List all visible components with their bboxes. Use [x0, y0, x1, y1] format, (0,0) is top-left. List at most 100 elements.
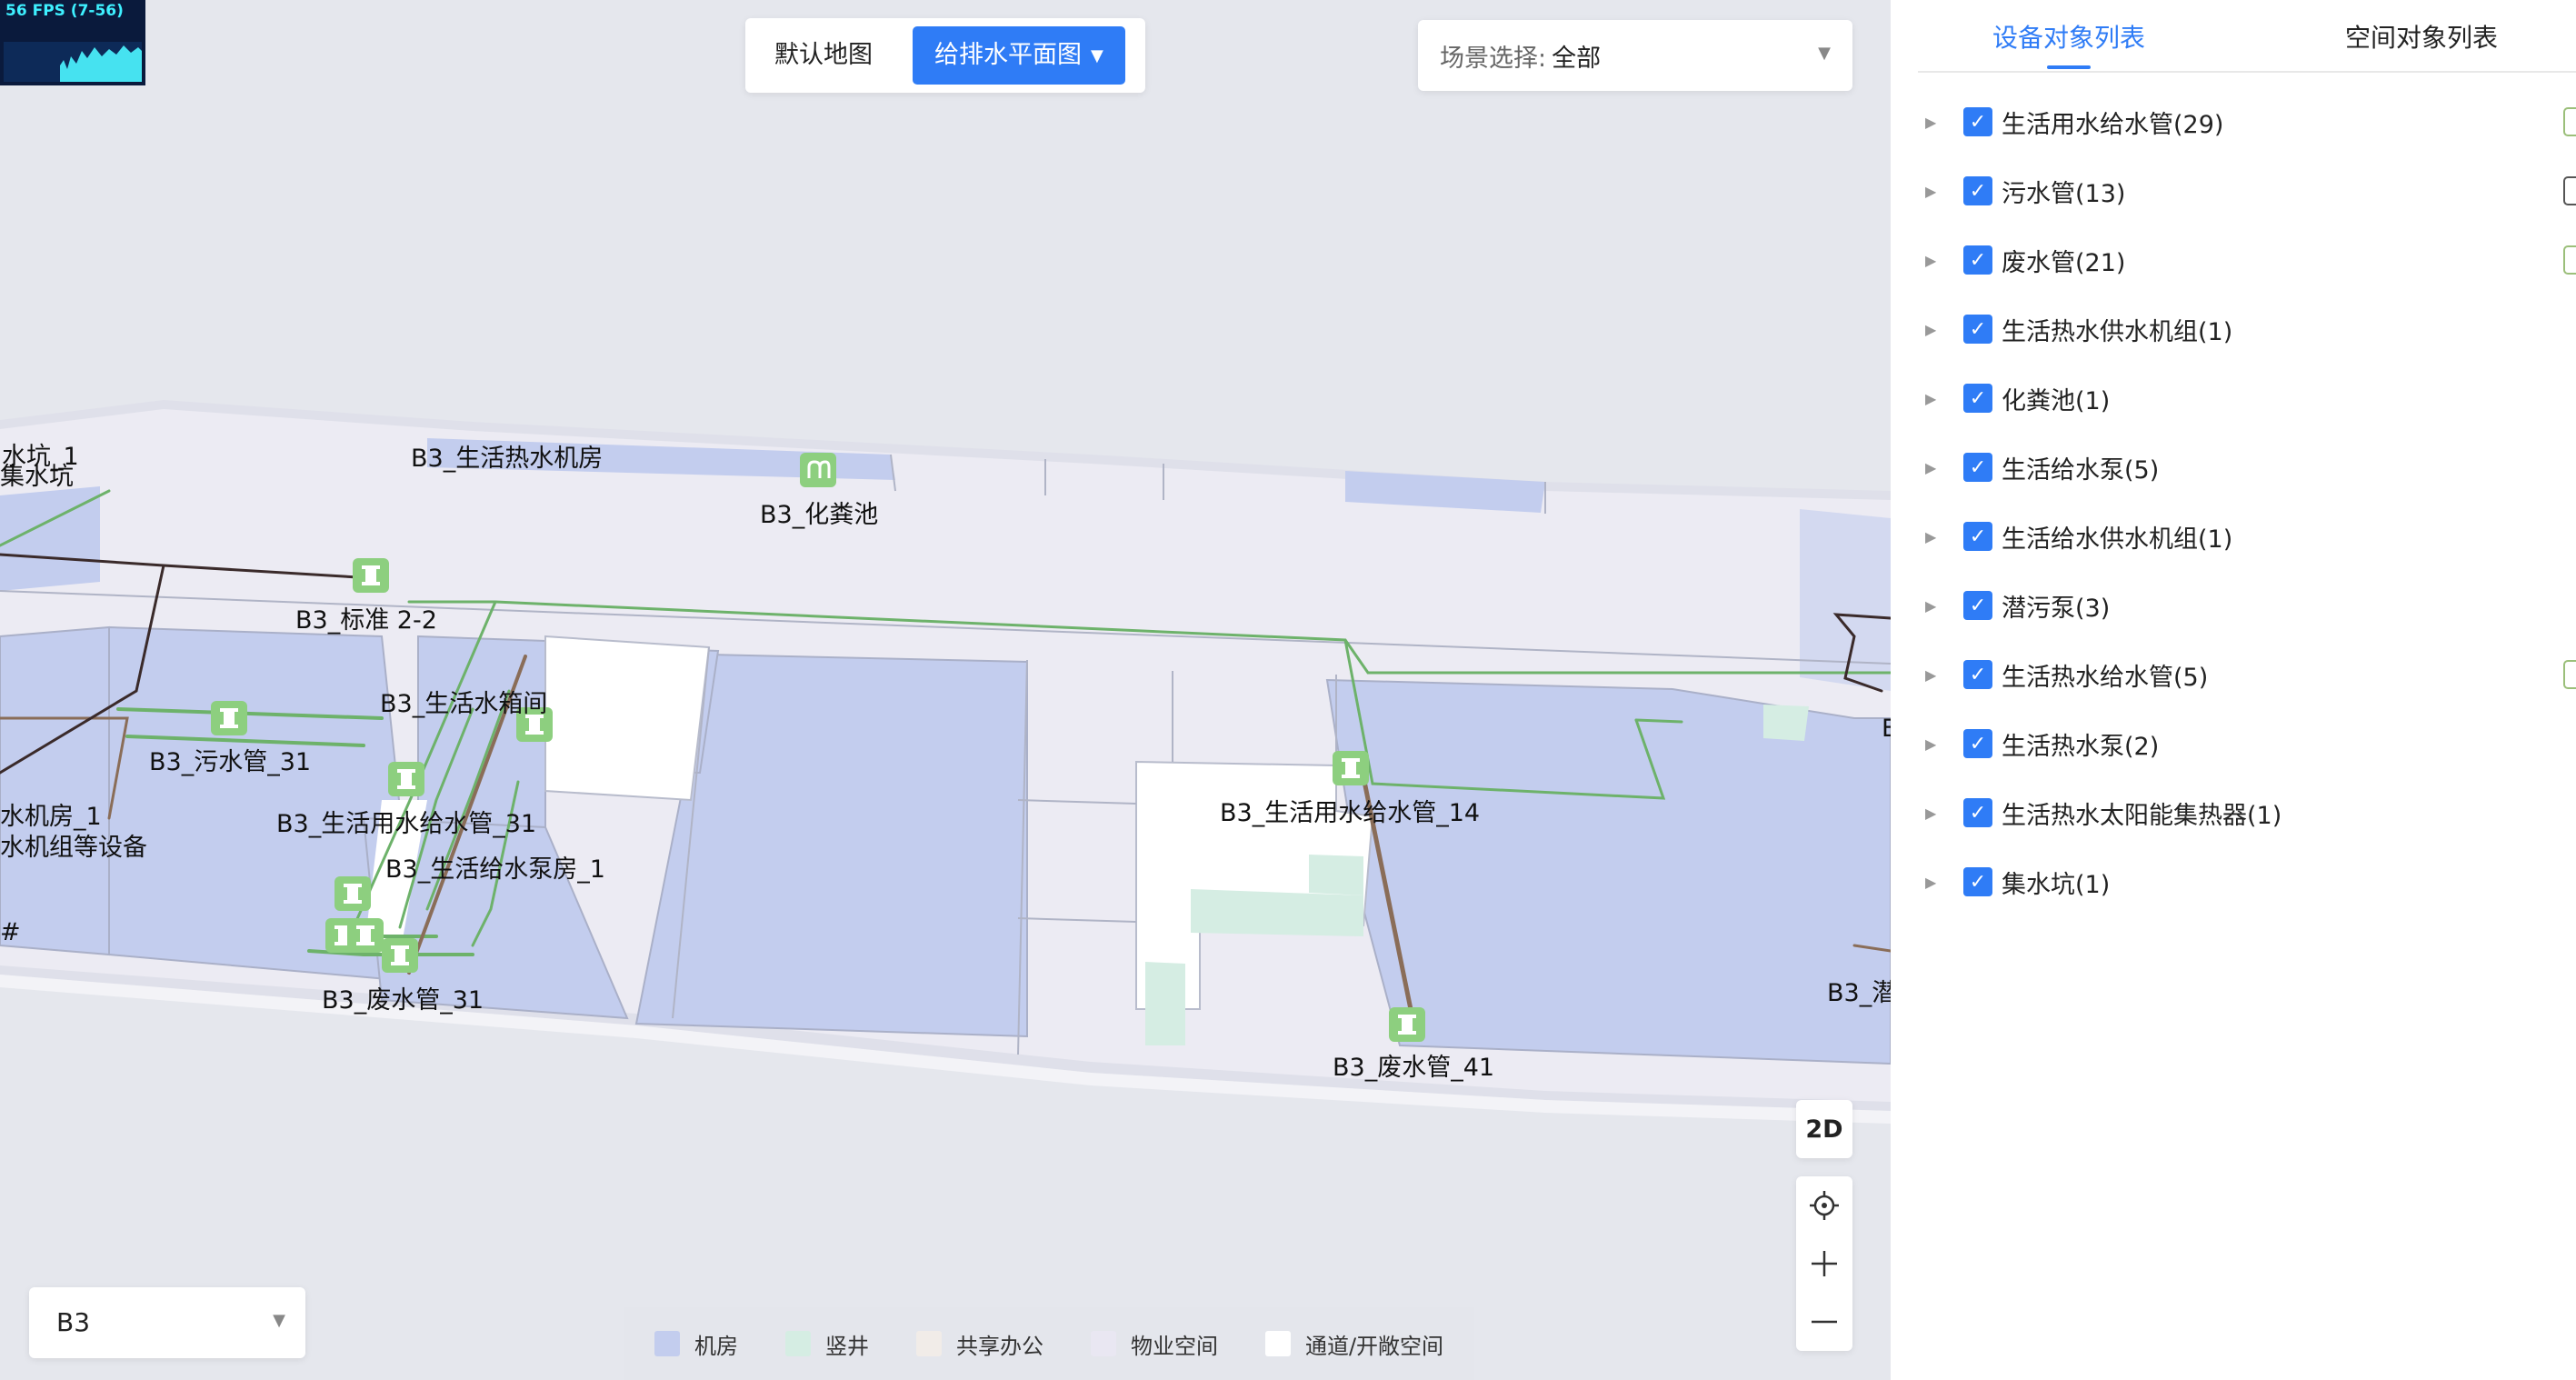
- tree-item[interactable]: ▶ ✓ 生活用水给水管(29): [1918, 87, 2576, 156]
- locate-icon[interactable]: [1796, 1176, 1852, 1235]
- tab-plumbing-plan-label: 给排水平面图: [934, 41, 1082, 69]
- expand-arrow-icon[interactable]: ▶: [1925, 874, 1943, 891]
- visibility-toggle-icon[interactable]: [2563, 245, 2576, 275]
- visibility-toggle-icon[interactable]: [2563, 660, 2576, 689]
- tree-item[interactable]: ▶ ✓ 生活给水泵(5): [1918, 433, 2576, 502]
- visibility-toggle-icon[interactable]: [2563, 107, 2576, 136]
- tree-item-label: 潜污泵(3): [2002, 594, 2111, 623]
- checkbox-checked-icon[interactable]: ✓: [1963, 522, 1992, 551]
- caret-down-icon: ▼: [1091, 46, 1103, 65]
- map-viewport[interactable]: 水坑_1 集水坑 B3_生活热水机房 B3_化粪池 B3_标准 2-2 B3_生…: [0, 0, 1891, 1380]
- tree-item[interactable]: ▶ ✓ 生活热水泵(2): [1918, 709, 2576, 778]
- map-label: B3_生活用水给水管_14: [1220, 799, 1481, 827]
- checkbox-checked-icon[interactable]: ✓: [1963, 729, 1992, 758]
- zoom-out-icon[interactable]: [1796, 1293, 1852, 1351]
- checkbox-checked-icon[interactable]: ✓: [1963, 176, 1992, 205]
- object-list-panel: 设备对象列表 空间对象列表 ▶ ✓ 生活用水给水管(29) ▶ ✓ 污水管(13) ▶ ✓…: [1891, 0, 2576, 1380]
- map-label: B3_污水管_31: [149, 748, 312, 776]
- expand-arrow-icon[interactable]: ▶: [1925, 114, 1943, 131]
- pipe-marker-icon[interactable]: [211, 701, 247, 735]
- floor-select[interactable]: B3 ▼: [29, 1287, 305, 1358]
- pipe-marker-icon[interactable]: [353, 558, 389, 593]
- tree-item[interactable]: ▶ ✓ 化粪池(1): [1918, 364, 2576, 433]
- active-tab-indicator: [2047, 65, 2091, 69]
- scene-select[interactable]: 场景选择: 全部 ▼: [1418, 20, 1852, 91]
- legend-item: 通道/开敞空间: [1264, 1328, 1443, 1360]
- chevron-down-icon: ▼: [1818, 44, 1831, 63]
- tree-item[interactable]: ▶ ✓ 生活热水给水管(5): [1918, 640, 2576, 709]
- checkbox-checked-icon[interactable]: ✓: [1963, 384, 1992, 413]
- expand-arrow-icon[interactable]: ▶: [1925, 528, 1943, 545]
- tree-item-label: 生活热水泵(2): [2002, 732, 2160, 761]
- expand-arrow-icon[interactable]: ▶: [1925, 321, 1943, 338]
- checkbox-checked-icon[interactable]: ✓: [1963, 315, 1992, 344]
- tab-device-objects[interactable]: 设备对象列表: [1992, 18, 2145, 55]
- pipe-marker-icon[interactable]: [388, 762, 424, 796]
- tree-item-label: 废水管(21): [2002, 248, 2126, 277]
- expand-arrow-icon[interactable]: ▶: [1925, 597, 1943, 615]
- legend-item: 物业空间: [1090, 1328, 1218, 1360]
- map-label: B3_废水管_41: [1333, 1054, 1495, 1082]
- pipe-marker-icon[interactable]: [347, 918, 384, 953]
- checkbox-checked-icon[interactable]: ✓: [1963, 867, 1992, 896]
- scene-select-label: 场景选择:: [1440, 44, 1547, 73]
- tree-item-label: 生活热水供水机组(1): [2002, 317, 2233, 346]
- tree-item-label: 污水管(13): [2002, 179, 2126, 208]
- tab-space-objects[interactable]: 空间对象列表: [2345, 18, 2498, 55]
- legend-label: 竖井: [824, 1333, 869, 1359]
- shaft: [1309, 855, 1363, 895]
- legend-swatch: [784, 1331, 811, 1356]
- tree-item-label: 生活热水给水管(5): [2002, 663, 2209, 692]
- map-label: B3_生活水箱间: [380, 690, 548, 718]
- pipe-green: [1634, 718, 1683, 724]
- expand-arrow-icon[interactable]: ▶: [1925, 805, 1943, 822]
- tree-item[interactable]: ▶ ✓ 生活热水供水机组(1): [1918, 295, 2576, 364]
- tree-item[interactable]: ▶ ✓ 集水坑(1): [1918, 847, 2576, 916]
- map-label: B3_潜: [1827, 979, 1891, 1007]
- expand-arrow-icon[interactable]: ▶: [1925, 735, 1943, 753]
- map-zoom-controls: [1796, 1176, 1852, 1351]
- pipe-marker-icon[interactable]: [382, 938, 418, 973]
- expand-arrow-icon[interactable]: ▶: [1925, 252, 1943, 269]
- tree-item[interactable]: ▶ ✓ 污水管(13): [1918, 156, 2576, 225]
- tree-item-label: 集水坑(1): [2002, 870, 2111, 899]
- map-label: B3_标准 2-2: [295, 606, 437, 635]
- expand-arrow-icon[interactable]: ▶: [1925, 666, 1943, 684]
- legend-swatch: [1264, 1331, 1291, 1356]
- checkbox-checked-icon[interactable]: ✓: [1963, 107, 1992, 136]
- panel-tabs: 设备对象列表 空间对象列表: [1918, 0, 2576, 73]
- map-label: 集水坑: [0, 463, 74, 491]
- checkbox-checked-icon[interactable]: ✓: [1963, 660, 1992, 689]
- tree-item[interactable]: ▶ ✓ 生活热水太阳能集热器(1): [1918, 778, 2576, 847]
- checkbox-checked-icon[interactable]: ✓: [1963, 798, 1992, 827]
- checkbox-checked-icon[interactable]: ✓: [1963, 245, 1992, 275]
- floor-plan-3d[interactable]: [0, 0, 1891, 1380]
- tree-item[interactable]: ▶ ✓ 生活给水供水机组(1): [1918, 502, 2576, 571]
- corridor: [544, 635, 711, 802]
- expand-arrow-icon[interactable]: ▶: [1925, 183, 1943, 200]
- expand-arrow-icon[interactable]: ▶: [1925, 459, 1943, 476]
- legend-label: 机房: [694, 1333, 738, 1359]
- tree-item[interactable]: ▶ ✓ 潜污泵(3): [1918, 571, 2576, 640]
- device-tree: ▶ ✓ 生活用水给水管(29) ▶ ✓ 污水管(13) ▶ ✓ 废水管(21) ▶ ✓ 生活热水…: [1918, 87, 2576, 916]
- tree-item-label: 化粪池(1): [2002, 386, 2111, 415]
- tree-item[interactable]: ▶ ✓ 废水管(21): [1918, 225, 2576, 295]
- tree-item-label: 生活给水泵(5): [2002, 455, 2160, 485]
- view-2d-button[interactable]: 2D: [1796, 1100, 1852, 1158]
- tab-default-map[interactable]: 默认地图: [753, 26, 894, 85]
- legend-item: 机房: [654, 1328, 738, 1360]
- expand-arrow-icon[interactable]: ▶: [1925, 390, 1943, 407]
- zoom-in-icon[interactable]: [1796, 1235, 1852, 1293]
- tab-plumbing-plan[interactable]: 给排水平面图 ▼: [913, 26, 1125, 85]
- map-label: B3_生活给水泵房_1: [385, 855, 605, 884]
- visibility-toggle-icon[interactable]: [2563, 176, 2576, 205]
- septic-tank-marker-icon[interactable]: [800, 453, 836, 487]
- pipe-marker-icon[interactable]: [334, 876, 371, 911]
- legend-item: 竖井: [784, 1328, 869, 1360]
- checkbox-checked-icon[interactable]: ✓: [1963, 591, 1992, 620]
- chevron-down-icon: ▼: [273, 1311, 285, 1330]
- checkbox-checked-icon[interactable]: ✓: [1963, 453, 1992, 482]
- pipe-marker-icon[interactable]: [1333, 751, 1369, 785]
- shaft: [1763, 705, 1809, 741]
- pipe-marker-icon[interactable]: [1389, 1007, 1425, 1042]
